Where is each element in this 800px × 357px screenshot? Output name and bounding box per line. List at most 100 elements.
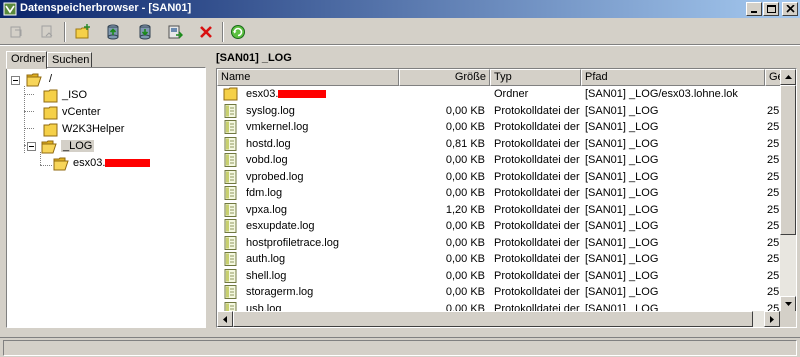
scroll-thumb[interactable]	[780, 85, 796, 235]
tab-suchen[interactable]: Suchen	[47, 52, 92, 68]
new-folder-icon	[75, 24, 90, 39]
cell-size: 0,00 KB	[445, 286, 485, 298]
cell-path: [SAN01] _LOG	[585, 220, 659, 232]
column-header-size[interactable]: Größe	[399, 69, 490, 86]
close-button[interactable]	[782, 2, 798, 16]
cell-type: Protokolldatei der...	[494, 253, 580, 265]
forward-icon	[41, 25, 53, 38]
file-list[interactable]: Name Größe Typ Pfad Ge esx03. Ordner [SAN0…	[216, 68, 797, 328]
table-row[interactable]: vobd.log 0,00 KB Protokolldatei der... [SAN…	[217, 152, 782, 169]
new-folder-button[interactable]	[72, 21, 94, 43]
tree-label-esx03: esx03.	[73, 157, 151, 169]
scroll-right-button[interactable]	[764, 311, 780, 327]
arrow-up-icon	[785, 75, 792, 79]
scroll-corner	[780, 311, 796, 327]
cell-size: 0,00 KB	[445, 236, 485, 249]
back-button[interactable]	[6, 21, 28, 43]
folder-open-icon	[53, 157, 69, 171]
toolbar-separator	[64, 22, 66, 42]
cell-path: [SAN01] _LOG/esx03.lohne.lok	[585, 88, 738, 100]
cell-type: Protokolldatei der...	[494, 170, 580, 183]
minimize-button[interactable]	[746, 2, 762, 16]
maximize-button[interactable]	[763, 2, 779, 16]
tab-suchen-label: Suchen	[52, 54, 90, 66]
column-header-path[interactable]: Pfad	[581, 69, 765, 86]
table-row[interactable]: storagerm.log 0,00 KB Protokolldatei der..…	[217, 284, 782, 301]
cell-path: [SAN01] _LOG	[585, 154, 659, 166]
folder-open-icon	[26, 73, 42, 87]
file-name: syslog.log	[246, 104, 295, 117]
cell-size: 0,00 KB	[445, 154, 485, 166]
cell-size: 0,81 KB	[445, 137, 485, 150]
cell-name: hostprofiletrace.log	[246, 237, 396, 249]
cell-type: Protokolldatei der...	[494, 104, 580, 117]
file-name: esx03.	[246, 88, 279, 100]
file-icon	[224, 268, 237, 283]
status-panel	[3, 340, 797, 356]
scroll-down-button[interactable]	[780, 296, 796, 312]
tree-connector	[24, 86, 25, 153]
tree-label-vcenter: vCenter	[62, 106, 101, 118]
collapse-icon[interactable]	[27, 142, 36, 151]
delete-button[interactable]	[195, 21, 217, 43]
table-row[interactable]: vpxa.log 1,20 KB Protokolldatei der... [SAN…	[217, 202, 782, 219]
cell-date: 25.	[767, 137, 781, 150]
vertical-scrollbar[interactable]	[780, 69, 796, 312]
table-row[interactable]: esx03. Ordner [SAN01] _LOG/esx03.lohne.lok	[217, 86, 782, 103]
cell-date: 25.	[767, 286, 781, 298]
cell-date: 25.	[767, 220, 781, 232]
table-row[interactable]: hostprofiletrace.log 0,00 KB Protokolldate…	[217, 235, 782, 252]
file-icon	[224, 235, 237, 250]
table-row[interactable]: hostd.log 0,81 KB Protokolldatei der... [SA…	[217, 136, 782, 153]
refresh-button[interactable]	[227, 21, 249, 43]
cell-type: Protokolldatei der...	[494, 269, 580, 282]
cell-date: 25.	[767, 236, 781, 249]
column-header-name[interactable]: Name	[217, 69, 399, 86]
table-row[interactable]: auth.log 0,00 KB Protokolldatei der... [SAN…	[217, 251, 782, 268]
redaction-mark	[105, 159, 151, 168]
register-vm-button[interactable]	[164, 21, 186, 43]
scroll-thumb[interactable]	[233, 311, 753, 327]
folder-tree[interactable]: / _ISO vCenter W2K3Helper _LOG esx03.	[6, 67, 206, 328]
cell-name: syslog.log	[246, 105, 396, 117]
file-name: hostd.log	[246, 137, 291, 150]
cell-type: Protokolldatei der...	[494, 220, 580, 232]
title-bar[interactable]: Datenspeicherbrowser - [SAN01]	[0, 0, 800, 18]
download-button[interactable]	[134, 21, 156, 43]
scroll-left-button[interactable]	[217, 311, 233, 327]
forward-button[interactable]	[36, 21, 58, 43]
cell-size: 1,20 KB	[445, 203, 485, 216]
cell-path: [SAN01] _LOG	[585, 170, 659, 183]
file-icon	[224, 285, 237, 299]
register-vm-icon	[168, 25, 183, 39]
cell-name: vpxa.log	[246, 204, 396, 216]
table-row[interactable]: shell.log 0,00 KB Protokolldatei der... [SA…	[217, 268, 782, 285]
table-row[interactable]: esxupdate.log 0,00 KB Protokolldatei der..…	[217, 218, 782, 235]
cell-path: [SAN01] _LOG	[585, 187, 659, 199]
upload-button[interactable]	[102, 21, 124, 43]
minimize-icon	[751, 11, 757, 13]
cell-date: 25.	[767, 269, 781, 282]
file-icon	[224, 153, 237, 167]
table-row[interactable]: vprobed.log 0,00 KB Protokolldatei der... […	[217, 169, 782, 186]
table-row[interactable]: syslog.log 0,00 KB Protokolldatei der... [S…	[217, 103, 782, 120]
scroll-up-button[interactable]	[780, 69, 796, 85]
tree-label-w2k3helper: W2K3Helper	[62, 123, 125, 135]
collapse-icon[interactable]	[11, 76, 20, 85]
cell-path: [SAN01] _LOG	[585, 253, 659, 265]
toolbar-separator	[222, 22, 224, 42]
upload-icon	[107, 24, 119, 40]
delete-icon	[200, 26, 212, 38]
cell-date: 25.	[767, 170, 781, 183]
cell-date: 25.	[767, 203, 781, 216]
cell-date: 25.	[767, 187, 781, 199]
table-row[interactable]: fdm.log 0,00 KB Protokolldatei der... [SAN0…	[217, 185, 782, 202]
column-header-type[interactable]: Typ	[490, 69, 581, 86]
tab-ordner[interactable]: Ordner	[6, 51, 47, 69]
table-row[interactable]: vmkernel.log 0,00 KB Protokolldatei der...…	[217, 119, 782, 136]
arrow-left-icon	[223, 316, 227, 323]
cell-path: [SAN01] _LOG	[585, 121, 659, 133]
horizontal-scrollbar[interactable]	[217, 311, 780, 327]
tree-connector	[24, 111, 34, 112]
file-icon	[224, 120, 237, 134]
